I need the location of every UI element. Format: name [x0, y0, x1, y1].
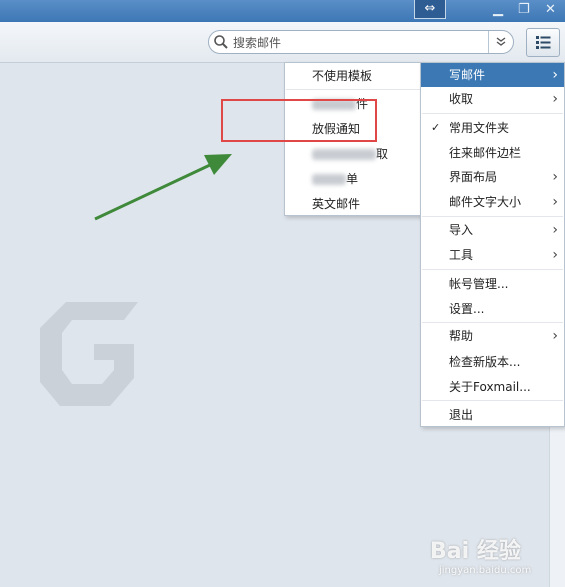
submenu-item-obscured[interactable]: 取: [285, 142, 422, 166]
menu-item-correspondence-sidebar[interactable]: 往来邮件边栏: [421, 141, 564, 165]
menu-item-layout[interactable]: 界面布局 ›: [421, 165, 564, 189]
menu-item-label: 邮件文字大小: [449, 195, 522, 209]
close-icon[interactable]: ✕: [545, 3, 556, 17]
obscured-text: [312, 174, 346, 185]
minimize-icon[interactable]: ▁: [493, 3, 503, 17]
menu-separator: [286, 89, 421, 90]
foxmail-logo: [40, 302, 138, 406]
menu-item-label: 收取: [449, 92, 474, 106]
menu-item-common-folders[interactable]: ✓ 常用文件夹: [421, 116, 564, 140]
menu-item-help[interactable]: 帮助 ›: [421, 324, 564, 348]
menu-item-import[interactable]: 导入 ›: [421, 218, 564, 242]
menu-separator: [422, 113, 563, 114]
menu-item-label: 关于Foxmail...: [449, 380, 531, 394]
obscured-text: [312, 149, 376, 160]
submenu-item-label: 取: [376, 147, 389, 161]
menu-item-label: 帮助: [449, 329, 474, 343]
chevron-right-icon: ›: [552, 169, 558, 185]
menu-item-label: 设置...: [449, 302, 485, 316]
menu-item-receive[interactable]: 收取 ›: [421, 87, 564, 111]
list-menu-icon: [536, 36, 551, 49]
search-icon[interactable]: [213, 34, 229, 50]
menu-item-label: 往来邮件边栏: [449, 146, 522, 160]
watermark-logo: Bai 经验: [430, 539, 521, 564]
search-input[interactable]: [231, 33, 485, 52]
submenu-item-english-mail[interactable]: 英文邮件: [285, 192, 422, 216]
title-bar: ⇔ ▁ ❐ ✕: [0, 0, 565, 22]
submenu-item-no-template[interactable]: 不使用模板: [285, 64, 422, 88]
menu-item-exit[interactable]: 退出: [421, 403, 564, 427]
submenu-item-label: 不使用模板: [312, 69, 373, 83]
menu-item-label: 工具: [449, 248, 474, 262]
menu-item-label: 退出: [449, 408, 474, 422]
menu-item-account-management[interactable]: 帐号管理...: [421, 272, 564, 296]
search-box: [208, 30, 514, 54]
menu-item-compose[interactable]: 写邮件 ›: [421, 63, 564, 87]
main-menu-button[interactable]: [526, 28, 560, 57]
menu-item-settings[interactable]: 设置...: [421, 297, 564, 321]
chevron-right-icon: ›: [552, 194, 558, 210]
watermark-text: jingyan.baidu.com: [439, 565, 532, 576]
menu-item-label: 写邮件: [449, 68, 486, 82]
chevron-right-icon: ›: [552, 247, 558, 263]
checkmark-icon: ✓: [431, 121, 441, 134]
main-dropdown-menu: 写邮件 › 收取 › ✓ 常用文件夹 往来邮件边栏 界面布局 › 邮件文字大小 …: [420, 62, 565, 427]
menu-separator: [422, 400, 563, 401]
menu-item-about[interactable]: 关于Foxmail...: [421, 375, 564, 399]
menu-item-label: 常用文件夹: [449, 121, 510, 135]
swap-layout-button[interactable]: ⇔: [414, 0, 446, 19]
restore-icon[interactable]: ❐: [518, 3, 530, 17]
menu-item-label: 帐号管理...: [449, 277, 509, 291]
chevron-right-icon: ›: [552, 67, 558, 83]
menu-item-label: 检查新版本...: [449, 355, 521, 369]
menu-separator: [422, 269, 563, 270]
menu-separator: [422, 322, 563, 323]
menu-separator: [422, 216, 563, 217]
chevron-right-icon: ›: [552, 222, 558, 238]
submenu-item-label: 单: [346, 172, 359, 186]
toolbar: [0, 22, 565, 63]
annotation-arrow: [94, 154, 232, 221]
menu-item-label: 导入: [449, 223, 474, 237]
chevron-right-icon: ›: [552, 328, 558, 344]
chevron-double-down-icon: [496, 37, 506, 46]
menu-item-font-size[interactable]: 邮件文字大小 ›: [421, 190, 564, 214]
annotation-highlight-box: [221, 99, 377, 142]
menu-item-tools[interactable]: 工具 ›: [421, 243, 564, 267]
search-dropdown-button[interactable]: [488, 31, 513, 53]
menu-item-check-updates[interactable]: 检查新版本...: [421, 350, 564, 374]
chevron-right-icon: ›: [552, 91, 558, 107]
menu-item-label: 界面布局: [449, 170, 498, 184]
submenu-item-obscured[interactable]: 单: [285, 167, 422, 191]
submenu-item-label: 英文邮件: [312, 197, 361, 211]
